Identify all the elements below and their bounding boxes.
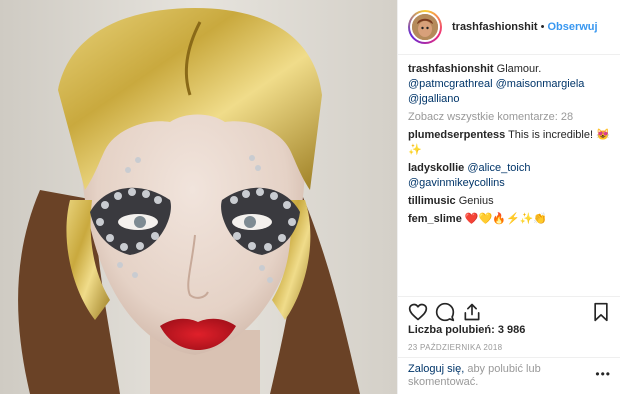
login-link[interactable]: Zaloguj się, <box>408 363 464 375</box>
comments-section: trashfashionshit Glamour. @patmcgrathrea… <box>408 62 613 227</box>
caption: trashfashionshit Glamour. @patmcgrathrea… <box>408 62 613 107</box>
comment-mention[interactable]: @alice_toich <box>467 162 530 174</box>
caption-mention[interactable]: @maisonmargiela <box>496 78 585 90</box>
post-header: trashfashionshit • Obserwuj <box>398 0 620 55</box>
likes-count[interactable]: Liczba polubień: 3 986 <box>408 324 525 336</box>
view-all-comments-link[interactable]: Zobacz wszystkie komentarze: 28 <box>408 110 613 125</box>
comment-item: fem_slime ❤️💛🔥⚡✨👏 <box>408 212 613 227</box>
action-bar <box>398 296 620 326</box>
comment-icon[interactable] <box>435 302 455 322</box>
caption-username[interactable]: trashfashionshit <box>408 63 494 75</box>
header-separator: • <box>540 21 545 33</box>
bookmark-icon[interactable] <box>591 302 611 322</box>
follow-button[interactable]: Obserwuj <box>547 21 597 33</box>
caption-mention[interactable]: @patmcgrathreal <box>408 78 493 90</box>
comment-item: tillimusic Genius <box>408 194 613 209</box>
model-photo <box>0 0 397 394</box>
comment-username[interactable]: ladyskollie <box>408 162 464 174</box>
comment-username[interactable]: fem_slime <box>408 213 462 225</box>
comment-username[interactable]: tillimusic <box>408 195 456 207</box>
avatar[interactable] <box>408 10 442 44</box>
avatar-face-icon <box>412 14 438 40</box>
comment-item: plumedserpentess This is incredible! 😻✨ <box>408 128 613 158</box>
post-side-panel: trashfashionshit • Obserwuj trashfashion… <box>397 0 620 394</box>
post-date: 23 PAŹDZIERNIKA 2018 <box>408 343 503 352</box>
comment-mention[interactable]: @gavinmikeycollins <box>408 177 505 189</box>
comment-text: Genius <box>458 195 494 207</box>
header-username[interactable]: trashfashionshit <box>452 21 538 33</box>
caption-text: Glamour. <box>496 63 542 75</box>
caption-mention[interactable]: @jgalliano <box>408 93 460 105</box>
avatar-image <box>410 12 440 42</box>
heart-icon[interactable] <box>408 302 428 322</box>
comment-username[interactable]: plumedserpentess <box>408 129 505 141</box>
comment-item: ladyskollie @alice_toich @gavinmikeycoll… <box>408 161 613 191</box>
comment-text: ❤️💛🔥⚡✨👏 <box>464 213 548 225</box>
more-options-button[interactable]: ••• <box>595 368 611 381</box>
post-image[interactable] <box>0 0 397 394</box>
share-icon[interactable] <box>462 302 482 322</box>
login-prompt: Zaloguj się, aby polubić lub skomentować… <box>398 357 620 394</box>
post-container: trashfashionshit • Obserwuj trashfashion… <box>0 0 620 394</box>
